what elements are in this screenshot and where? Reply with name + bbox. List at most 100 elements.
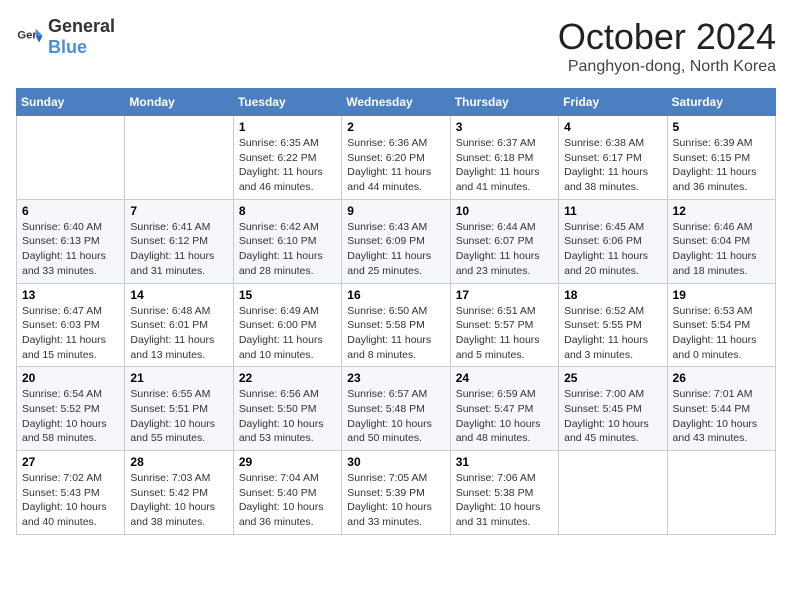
calendar-cell: 27Sunrise: 7:02 AMSunset: 5:43 PMDayligh… bbox=[17, 451, 125, 535]
calendar-cell bbox=[17, 116, 125, 200]
calendar-cell: 31Sunrise: 7:06 AMSunset: 5:38 PMDayligh… bbox=[450, 451, 558, 535]
day-number: 2 bbox=[347, 120, 444, 134]
day-number: 7 bbox=[130, 204, 227, 218]
weekday-header: Friday bbox=[559, 89, 667, 116]
calendar-cell bbox=[559, 451, 667, 535]
calendar-cell: 30 Sunrise: 7:05 AMSunset: 5:39 PMDayligh… bbox=[342, 451, 450, 535]
location-title: Panghyon-dong, North Korea bbox=[558, 58, 776, 76]
day-info: Sunrise: 7:00 AMSunset: 5:45 PMDaylight:… bbox=[564, 387, 661, 446]
calendar-cell: 25Sunrise: 7:00 AMSunset: 5:45 PMDayligh… bbox=[559, 367, 667, 451]
day-number: 4 bbox=[564, 120, 661, 134]
weekday-header: Tuesday bbox=[233, 89, 341, 116]
month-title: October 2024 bbox=[558, 16, 776, 58]
calendar-cell: 3 Sunrise: 6:37 AMSunset: 6:18 PMDaylight… bbox=[450, 116, 558, 200]
calendar-cell bbox=[125, 116, 233, 200]
calendar-cell: 14 Sunrise: 6:48 AMSunset: 6:01 PMDayligh… bbox=[125, 283, 233, 367]
day-number: 26 bbox=[673, 371, 770, 385]
day-number: 29 bbox=[239, 455, 336, 469]
day-info: Sunrise: 6:36 AMSunset: 6:20 PMDaylight:… bbox=[347, 136, 444, 195]
weekday-header: Sunday bbox=[17, 89, 125, 116]
calendar-cell: 13Sunrise: 6:47 AMSunset: 6:03 PMDayligh… bbox=[17, 283, 125, 367]
calendar-cell: 9 Sunrise: 6:43 AMSunset: 6:09 PMDaylight… bbox=[342, 199, 450, 283]
calendar-cell: 29 Sunrise: 7:04 AMSunset: 5:40 PMDayligh… bbox=[233, 451, 341, 535]
day-info: Sunrise: 6:42 AMSunset: 6:10 PMDaylight:… bbox=[239, 220, 336, 279]
logo: Gen General Blue bbox=[16, 16, 115, 58]
calendar-week-row: 20 Sunrise: 6:54 AMSunset: 5:52 PMDayligh… bbox=[17, 367, 776, 451]
calendar-cell: 11Sunrise: 6:45 AMSunset: 6:06 PMDayligh… bbox=[559, 199, 667, 283]
day-number: 11 bbox=[564, 204, 661, 218]
day-number: 30 bbox=[347, 455, 444, 469]
day-info: Sunrise: 6:55 AMSunset: 5:51 PMDaylight:… bbox=[130, 387, 227, 446]
calendar-cell: 26Sunrise: 7:01 AMSunset: 5:44 PMDayligh… bbox=[667, 367, 775, 451]
calendar-cell: 15Sunrise: 6:49 AMSunset: 6:00 PMDayligh… bbox=[233, 283, 341, 367]
calendar-header: SundayMondayTuesdayWednesdayThursdayFrid… bbox=[17, 89, 776, 116]
day-number: 12 bbox=[673, 204, 770, 218]
day-number: 10 bbox=[456, 204, 553, 218]
day-info: Sunrise: 6:39 AMSunset: 6:15 PMDaylight:… bbox=[673, 136, 770, 195]
calendar-cell: 16 Sunrise: 6:50 AMSunset: 5:58 PMDayligh… bbox=[342, 283, 450, 367]
calendar-cell: 2 Sunrise: 6:36 AMSunset: 6:20 PMDaylight… bbox=[342, 116, 450, 200]
day-info: Sunrise: 6:37 AMSunset: 6:18 PMDaylight:… bbox=[456, 136, 553, 195]
calendar-cell: 24 Sunrise: 6:59 AMSunset: 5:47 PMDayligh… bbox=[450, 367, 558, 451]
calendar-cell: 5Sunrise: 6:39 AMSunset: 6:15 PMDaylight… bbox=[667, 116, 775, 200]
day-number: 27 bbox=[22, 455, 119, 469]
calendar-cell bbox=[667, 451, 775, 535]
day-info: Sunrise: 7:04 AMSunset: 5:40 PMDaylight:… bbox=[239, 471, 336, 530]
day-info: Sunrise: 6:38 AMSunset: 6:17 PMDaylight:… bbox=[564, 136, 661, 195]
day-number: 8 bbox=[239, 204, 336, 218]
day-info: Sunrise: 6:50 AMSunset: 5:58 PMDaylight:… bbox=[347, 304, 444, 363]
day-number: 6 bbox=[22, 204, 119, 218]
calendar-body: 1 Sunrise: 6:35 AMSunset: 6:22 PMDaylight… bbox=[17, 116, 776, 535]
calendar-cell: 1 Sunrise: 6:35 AMSunset: 6:22 PMDaylight… bbox=[233, 116, 341, 200]
day-info: Sunrise: 7:03 AMSunset: 5:42 PMDaylight:… bbox=[130, 471, 227, 530]
day-info: Sunrise: 7:05 AMSunset: 5:39 PMDaylight:… bbox=[347, 471, 444, 530]
day-info: Sunrise: 6:51 AMSunset: 5:57 PMDaylight:… bbox=[456, 304, 553, 363]
calendar-cell: 6Sunrise: 6:40 AMSunset: 6:13 PMDaylight… bbox=[17, 199, 125, 283]
day-number: 24 bbox=[456, 371, 553, 385]
calendar-cell: 23 Sunrise: 6:57 AMSunset: 5:48 PMDayligh… bbox=[342, 367, 450, 451]
day-number: 3 bbox=[456, 120, 553, 134]
day-info: Sunrise: 6:57 AMSunset: 5:48 PMDaylight:… bbox=[347, 387, 444, 446]
calendar-cell: 22Sunrise: 6:56 AMSunset: 5:50 PMDayligh… bbox=[233, 367, 341, 451]
day-info: Sunrise: 6:54 AMSunset: 5:52 PMDaylight:… bbox=[22, 387, 119, 446]
logo-general: General bbox=[48, 16, 115, 36]
day-number: 28 bbox=[130, 455, 227, 469]
day-number: 23 bbox=[347, 371, 444, 385]
logo-blue: Blue bbox=[48, 37, 87, 57]
day-info: Sunrise: 6:59 AMSunset: 5:47 PMDaylight:… bbox=[456, 387, 553, 446]
calendar-cell: 20 Sunrise: 6:54 AMSunset: 5:52 PMDayligh… bbox=[17, 367, 125, 451]
calendar-week-row: 27Sunrise: 7:02 AMSunset: 5:43 PMDayligh… bbox=[17, 451, 776, 535]
calendar-week-row: 6Sunrise: 6:40 AMSunset: 6:13 PMDaylight… bbox=[17, 199, 776, 283]
weekday-header: Saturday bbox=[667, 89, 775, 116]
day-info: Sunrise: 6:49 AMSunset: 6:00 PMDaylight:… bbox=[239, 304, 336, 363]
day-number: 16 bbox=[347, 288, 444, 302]
calendar-cell: 19 Sunrise: 6:53 AMSunset: 5:54 PMDayligh… bbox=[667, 283, 775, 367]
day-number: 21 bbox=[130, 371, 227, 385]
logo-text: General Blue bbox=[48, 16, 115, 58]
day-info: Sunrise: 6:48 AMSunset: 6:01 PMDaylight:… bbox=[130, 304, 227, 363]
calendar-cell: 7Sunrise: 6:41 AMSunset: 6:12 PMDaylight… bbox=[125, 199, 233, 283]
day-number: 14 bbox=[130, 288, 227, 302]
day-number: 1 bbox=[239, 120, 336, 134]
page-header: Gen General Blue October 2024 Panghyon-d… bbox=[16, 16, 776, 76]
calendar-cell: 17Sunrise: 6:51 AMSunset: 5:57 PMDayligh… bbox=[450, 283, 558, 367]
calendar-week-row: 13Sunrise: 6:47 AMSunset: 6:03 PMDayligh… bbox=[17, 283, 776, 367]
day-info: Sunrise: 6:47 AMSunset: 6:03 PMDaylight:… bbox=[22, 304, 119, 363]
calendar-week-row: 1 Sunrise: 6:35 AMSunset: 6:22 PMDaylight… bbox=[17, 116, 776, 200]
day-info: Sunrise: 6:35 AMSunset: 6:22 PMDaylight:… bbox=[239, 136, 336, 195]
calendar: SundayMondayTuesdayWednesdayThursdayFrid… bbox=[16, 88, 776, 535]
day-number: 22 bbox=[239, 371, 336, 385]
day-number: 20 bbox=[22, 371, 119, 385]
calendar-cell: 21 Sunrise: 6:55 AMSunset: 5:51 PMDayligh… bbox=[125, 367, 233, 451]
day-number: 18 bbox=[564, 288, 661, 302]
day-info: Sunrise: 7:06 AMSunset: 5:38 PMDaylight:… bbox=[456, 471, 553, 530]
day-number: 19 bbox=[673, 288, 770, 302]
weekday-header: Thursday bbox=[450, 89, 558, 116]
day-number: 9 bbox=[347, 204, 444, 218]
day-info: Sunrise: 6:43 AMSunset: 6:09 PMDaylight:… bbox=[347, 220, 444, 279]
calendar-cell: 8 Sunrise: 6:42 AMSunset: 6:10 PMDaylight… bbox=[233, 199, 341, 283]
weekday-row: SundayMondayTuesdayWednesdayThursdayFrid… bbox=[17, 89, 776, 116]
day-info: Sunrise: 6:53 AMSunset: 5:54 PMDaylight:… bbox=[673, 304, 770, 363]
calendar-cell: 10Sunrise: 6:44 AMSunset: 6:07 PMDayligh… bbox=[450, 199, 558, 283]
title-block: October 2024 Panghyon-dong, North Korea bbox=[558, 16, 776, 76]
